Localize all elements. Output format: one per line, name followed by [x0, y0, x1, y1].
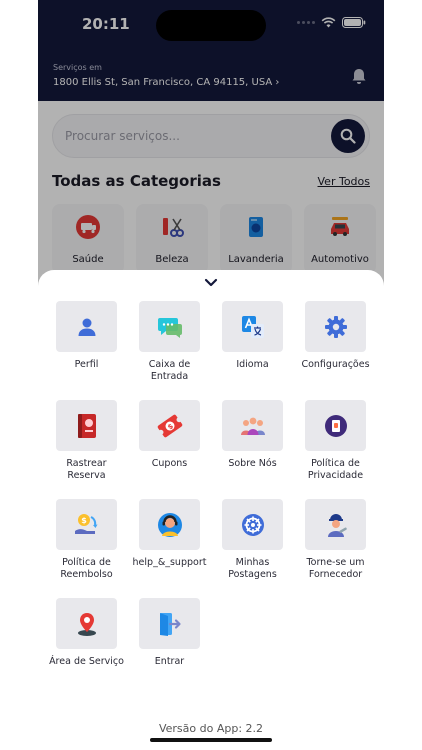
menu-tile [139, 499, 200, 550]
menu-tile [56, 598, 117, 649]
home-indicator[interactable] [150, 738, 272, 742]
provider-icon [327, 513, 347, 537]
menu-tile: $ [56, 499, 117, 550]
menu-item-help-support[interactable]: help_&_support [128, 499, 211, 569]
menu-item-label: Rastrear Reserva [66, 458, 107, 481]
menu-item-become-provider[interactable]: Torne-se um Fornecedor [294, 499, 377, 581]
menu-tile [305, 499, 366, 550]
menu-item-my-posts[interactable]: Minhas Postagens [211, 499, 294, 581]
menu-item-inbox[interactable]: Caixa de Entrada [128, 301, 211, 383]
login-icon [159, 612, 181, 636]
coupon-icon: $ [157, 414, 182, 437]
menu-item-label: Configurações [301, 359, 370, 370]
app-version: Versão do App: 2.2 [158, 722, 264, 735]
menu-item-label: Perfil [74, 359, 99, 370]
privacy-icon [324, 414, 347, 437]
menu-item-about-us[interactable]: Sobre Nós [211, 400, 294, 470]
chevron-down-icon[interactable] [204, 278, 218, 287]
menu-tile [139, 301, 200, 352]
menu-item-label: Torne-se um Fornecedor [306, 557, 365, 580]
menu-item-label: help_&_support [132, 557, 207, 568]
menu-item-track-booking[interactable]: Rastrear Reserva [45, 400, 128, 482]
menu-item-coupons[interactable]: $ Cupons [128, 400, 211, 470]
svg-text:$: $ [81, 516, 87, 525]
menu-tile [56, 400, 117, 451]
menu-item-label: Sobre Nós [228, 458, 277, 469]
menu-item-sign-in[interactable]: Entrar [128, 598, 211, 668]
menu-item-label: Idioma [236, 359, 269, 370]
menu-tile [222, 499, 283, 550]
menu-item-label: Minhas Postagens [228, 557, 277, 580]
gear-icon [324, 315, 347, 338]
menu-tile [305, 301, 366, 352]
menu-item-label: Política de Reembolso [60, 557, 113, 580]
menu-tile: $ [139, 400, 200, 451]
menu-item-label: Cupons [151, 458, 188, 469]
menu-item-label: Entrar [154, 656, 185, 667]
map-pin-icon [77, 612, 96, 636]
phone-screen: 20:11 Serviços em 1800 Ellis St, San Fra… [38, 0, 384, 750]
chat-icon [157, 317, 182, 338]
menu-item-privacy-policy[interactable]: Política de Privacidade [294, 400, 377, 482]
booking-icon [77, 413, 96, 438]
translate-icon [241, 315, 264, 338]
menu-item-refund-policy[interactable]: $ Política de Reembolso [45, 499, 128, 581]
menu-tile [222, 301, 283, 352]
menu-tile [56, 301, 117, 352]
menu-item-label: Caixa de Entrada [148, 359, 191, 382]
menu-tile [305, 400, 366, 451]
menu-item-label: Política de Privacidade [307, 458, 364, 481]
posts-icon [241, 513, 264, 536]
menu-tile [222, 400, 283, 451]
people-icon [240, 417, 265, 435]
support-agent-icon [157, 512, 182, 537]
menu-item-service-area[interactable]: Área de Serviço [45, 598, 128, 668]
menu-item-settings[interactable]: Configurações [294, 301, 377, 371]
user-icon [78, 318, 95, 336]
menu-item-profile[interactable]: Perfil [45, 301, 128, 371]
menu-bottom-sheet: Perfil Caixa de Entrada Idioma Configura… [38, 270, 384, 750]
menu-item-language[interactable]: Idioma [211, 301, 294, 371]
refund-icon: $ [74, 513, 97, 534]
menu-tile [139, 598, 200, 649]
menu-item-label: Área de Serviço [49, 656, 124, 667]
